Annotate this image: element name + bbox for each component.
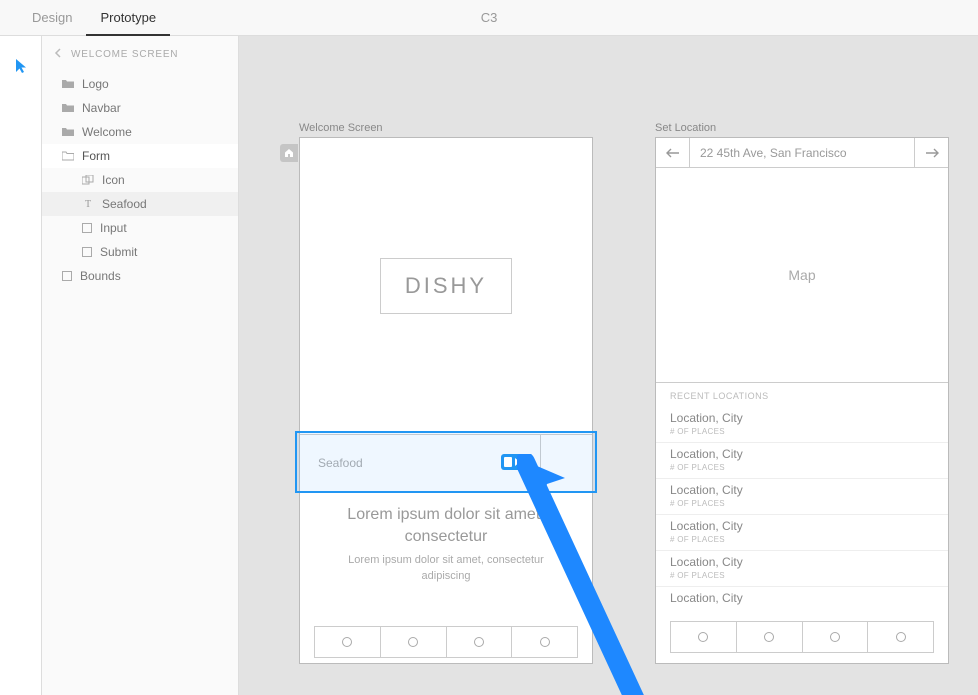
back-chevron-icon[interactable]	[54, 48, 61, 61]
circle-icon	[830, 632, 840, 642]
layer-label: Logo	[82, 77, 109, 91]
layer-row[interactable]: Bounds	[42, 264, 238, 288]
tab-bar-item[interactable]	[447, 627, 513, 657]
home-artboard-badge[interactable]	[280, 144, 298, 162]
layer-row[interactable]: Form	[42, 144, 238, 168]
map-placeholder: Map	[656, 168, 948, 383]
canvas[interactable]: Welcome Screen DISHY Seafood Lorem ipsum…	[239, 36, 978, 695]
location-name: Location, City	[670, 483, 934, 497]
layer-row[interactable]: Icon	[42, 168, 238, 192]
layer-row[interactable]: TSeafood	[42, 192, 238, 216]
tab-bar	[314, 626, 578, 658]
layer-row[interactable]: Input	[42, 216, 238, 240]
top-bar: Design Prototype C3	[0, 0, 978, 36]
circle-icon	[408, 637, 418, 647]
artboard-label-location[interactable]: Set Location	[655, 122, 716, 134]
tab-prototype[interactable]: Prototype	[86, 0, 170, 36]
back-button[interactable]	[656, 138, 690, 167]
forward-button[interactable]	[914, 138, 948, 167]
artboard-location[interactable]: 22 45th Ave, San Francisco Map RECENT LO…	[655, 137, 949, 664]
location-item[interactable]: Location, City # OF PLACES	[656, 550, 948, 586]
location-bar: 22 45th Ave, San Francisco	[656, 138, 948, 168]
welcome-text: Lorem ipsum dolor sit amet, consectetur …	[300, 504, 592, 584]
layer-label: Icon	[102, 173, 125, 187]
mode-tabs: Design Prototype	[0, 0, 170, 36]
circle-icon	[342, 637, 352, 647]
layer-row[interactable]: Logo	[42, 72, 238, 96]
tab-bar-item[interactable]	[671, 622, 737, 652]
location-sub: # OF PLACES	[670, 499, 934, 508]
layer-label: Form	[82, 149, 110, 163]
circle-icon	[896, 632, 906, 642]
layers-header-label: WELCOME SCREEN	[71, 49, 178, 60]
submit-button[interactable]	[540, 435, 592, 491]
location-name: Location, City	[670, 591, 934, 605]
layer-label: Bounds	[80, 269, 121, 283]
layers-header[interactable]: WELCOME SCREEN	[42, 36, 238, 72]
logo-box: DISHY	[380, 258, 512, 314]
document-title: C3	[481, 10, 498, 25]
tab-bar-item[interactable]	[381, 627, 447, 657]
address-input[interactable]: 22 45th Ave, San Francisco	[690, 138, 914, 167]
tab-design[interactable]: Design	[18, 0, 86, 36]
welcome-heading: Lorem ipsum dolor sit amet, consectetur	[330, 504, 562, 547]
select-tool-icon[interactable]	[14, 58, 28, 74]
tab-bar-item[interactable]	[512, 627, 577, 657]
layer-label: Submit	[100, 245, 137, 259]
layer-row[interactable]: Submit	[42, 240, 238, 264]
location-name: Location, City	[670, 519, 934, 533]
layer-row[interactable]: Navbar	[42, 96, 238, 120]
layer-label: Seafood	[102, 197, 147, 211]
prototype-link-handle[interactable]	[501, 454, 525, 470]
layer-label: Welcome	[82, 125, 132, 139]
location-item[interactable]: Location, City # OF PLACES	[656, 407, 948, 442]
form-row: Seafood	[300, 434, 592, 492]
tab-bar	[670, 621, 934, 653]
location-sub: # OF PLACES	[670, 535, 934, 544]
circle-icon	[540, 637, 550, 647]
location-sub: # OF PLACES	[670, 427, 934, 436]
tab-bar-item[interactable]	[737, 622, 803, 652]
tab-bar-item[interactable]	[803, 622, 869, 652]
welcome-body: Lorem ipsum dolor sit amet, consectetur …	[330, 553, 562, 584]
tool-strip	[0, 36, 42, 695]
layer-label: Navbar	[82, 101, 121, 115]
location-item[interactable]: Location, City # OF PLACES	[656, 478, 948, 514]
circle-icon	[764, 632, 774, 642]
location-name: Location, City	[670, 411, 934, 425]
artboard-welcome[interactable]: DISHY Seafood Lorem ipsum dolor sit amet…	[299, 137, 593, 664]
location-sub: # OF PLACES	[670, 463, 934, 472]
location-name: Location, City	[670, 447, 934, 461]
layer-row[interactable]: Welcome	[42, 120, 238, 144]
location-item[interactable]: Location, City # OF PLACES	[656, 514, 948, 550]
main-area: WELCOME SCREEN Logo Navbar Welcome Form Icon…	[0, 36, 978, 695]
location-item[interactable]: Location, City # OF PLACES	[656, 442, 948, 478]
layers-panel: WELCOME SCREEN Logo Navbar Welcome Form Icon…	[42, 36, 239, 695]
location-item[interactable]: Location, City	[656, 586, 948, 613]
layer-label: Input	[100, 221, 127, 235]
location-sub: # OF PLACES	[670, 571, 934, 580]
tab-bar-item[interactable]	[315, 627, 381, 657]
circle-icon	[474, 637, 484, 647]
location-name: Location, City	[670, 555, 934, 569]
circle-icon	[698, 632, 708, 642]
recent-locations-header: RECENT LOCATIONS	[656, 383, 948, 407]
artboard-label-welcome[interactable]: Welcome Screen	[299, 122, 383, 134]
tab-bar-item[interactable]	[868, 622, 933, 652]
